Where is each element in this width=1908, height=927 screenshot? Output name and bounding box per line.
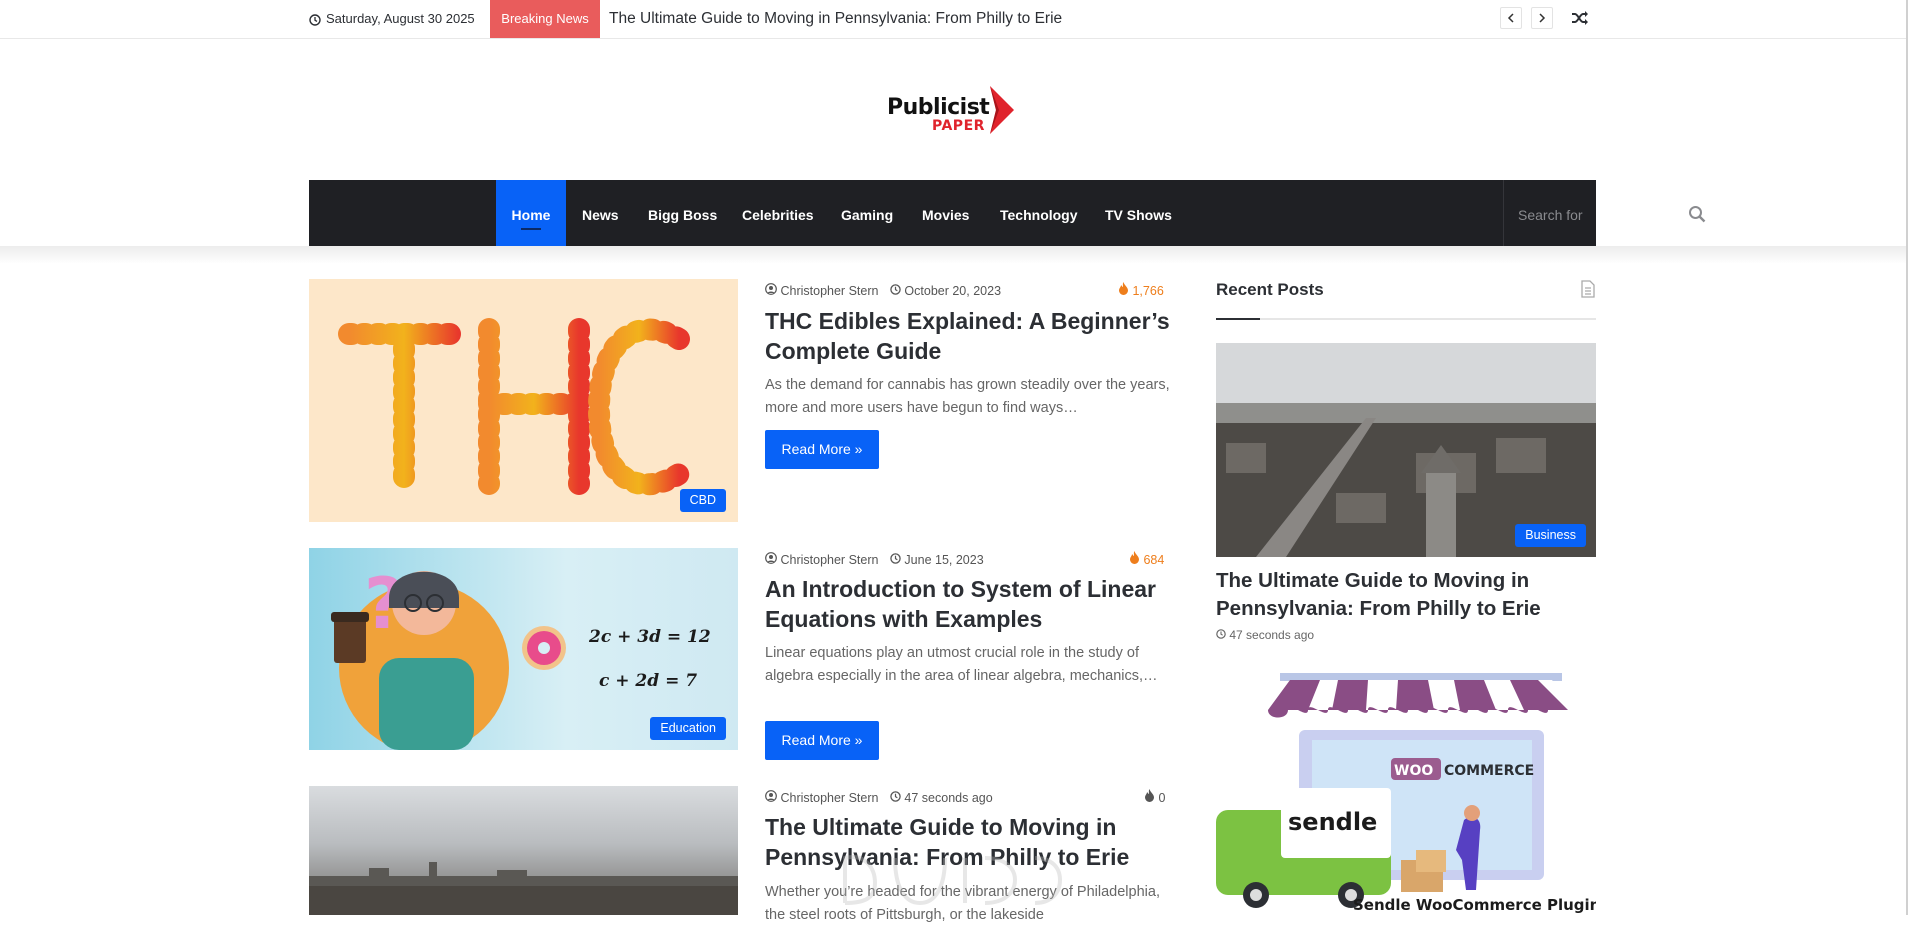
widget-divider xyxy=(1216,318,1596,320)
post-meta: Christopher Stern October 20, 2023 xyxy=(765,282,1001,300)
widget-title: Recent Posts xyxy=(1216,280,1324,299)
nav-item-tv-shows[interactable]: TV Shows xyxy=(1105,180,1172,250)
views-count: 1,766 xyxy=(1132,284,1164,298)
recent-post-time-text: 47 seconds ago xyxy=(1229,628,1315,642)
sendle-woocommerce-ad[interactable]: WOO COMMERCE sendle Sendle WooCommerce P… xyxy=(1216,670,1596,915)
user-icon xyxy=(765,790,777,802)
breaking-news-ticker[interactable]: The Ultimate Guide to Moving in Pennsylv… xyxy=(609,0,1062,38)
nav-label: Home xyxy=(511,207,551,223)
document-icon xyxy=(1581,280,1595,298)
nav-item-home[interactable]: Home xyxy=(496,180,566,250)
city-skyline-image xyxy=(309,862,738,915)
breaking-news-label: Breaking News xyxy=(490,0,600,38)
nav-item-gaming[interactable]: Gaming xyxy=(841,180,893,250)
active-indicator xyxy=(521,228,541,230)
views-count: 0 xyxy=(1158,791,1166,805)
post-author[interactable]: Christopher Stern xyxy=(780,284,878,298)
post-date: October 20, 2023 xyxy=(904,284,1002,298)
post-thumbnail[interactable]: ? 2c + 3d = 12 c + 2d = 7 Education xyxy=(309,548,738,750)
recent-post-title[interactable]: The Ultimate Guide to Moving in Pennsylv… xyxy=(1216,567,1596,623)
top-bar: Saturday, August 30 2025 Breaking News T… xyxy=(0,0,1908,39)
post-excerpt: As the demand for cannabis has grown ste… xyxy=(765,377,1170,416)
read-more-button[interactable]: Read More » xyxy=(765,721,879,760)
shuffle-icon xyxy=(1572,11,1588,25)
watermark-mark xyxy=(843,855,1063,906)
category-badge[interactable]: CBD xyxy=(679,489,726,512)
category-badge[interactable]: Business xyxy=(1515,524,1586,547)
clock-icon xyxy=(1216,629,1226,639)
post-thumbnail[interactable] xyxy=(309,786,738,915)
clock-icon xyxy=(309,13,321,26)
post-author[interactable]: Christopher Stern xyxy=(780,791,878,805)
recent-post-time: 47 seconds ago xyxy=(1216,628,1314,642)
post-title[interactable]: An Introduction to System of Linear Equa… xyxy=(765,574,1175,634)
post-date: June 15, 2023 xyxy=(904,553,984,567)
post-title[interactable]: THC Edibles Explained: A Beginner’s Comp… xyxy=(765,306,1175,366)
random-article-button[interactable] xyxy=(1568,7,1592,29)
ticker-next-button[interactable] xyxy=(1531,7,1553,29)
post-meta: Christopher Stern 47 seconds ago xyxy=(765,789,993,807)
fire-icon xyxy=(1119,282,1128,295)
logo-text-paper: PAPER xyxy=(932,118,985,134)
clock-icon xyxy=(890,791,901,802)
thc-gummies-image xyxy=(338,318,690,496)
user-icon xyxy=(765,283,777,295)
post-meta: Christopher Stern June 15, 2023 xyxy=(765,551,984,569)
logo-text-publicist: Publicist xyxy=(887,95,990,120)
fire-icon xyxy=(1130,551,1139,564)
equation-2: c + 2d = 7 xyxy=(599,671,697,691)
clock-icon xyxy=(890,284,901,295)
search-icon[interactable] xyxy=(1688,205,1706,223)
search-input[interactable] xyxy=(1516,203,1676,227)
category-badge[interactable]: Education xyxy=(650,717,726,740)
post-excerpt: Linear equations play an utmost crucial … xyxy=(765,645,1158,684)
nav-item-movies[interactable]: Movies xyxy=(922,180,969,250)
read-more-button[interactable]: Read More » xyxy=(765,430,879,469)
recent-post-thumbnail[interactable]: Business xyxy=(1216,343,1596,557)
equation-1: 2c + 3d = 12 xyxy=(588,627,711,647)
nav-shadow xyxy=(0,246,1906,264)
chevron-right-icon xyxy=(1539,13,1546,23)
post-thumbnail[interactable]: CBD xyxy=(309,279,738,522)
commerce-text: COMMERCE xyxy=(1444,763,1534,779)
woo-text: WOO xyxy=(1394,763,1433,779)
date-text: Saturday, August 30 2025 xyxy=(326,11,475,26)
logo-arrow-icon xyxy=(990,86,1014,134)
nav-item-bigg-boss[interactable]: Bigg Boss xyxy=(648,180,717,250)
current-date: Saturday, August 30 2025 xyxy=(309,0,475,38)
post-views: 1,766 xyxy=(1118,282,1164,300)
views-count: 684 xyxy=(1143,553,1165,567)
post-views: 684 xyxy=(1129,551,1164,569)
main-navigation: Home News Bigg Boss Celebrities Gaming M… xyxy=(309,180,1706,250)
fire-icon xyxy=(1145,789,1154,802)
post-author[interactable]: Christopher Stern xyxy=(780,553,878,567)
site-logo[interactable]: Publicist PAPER xyxy=(887,86,1019,136)
ad-illustration: WOO COMMERCE sendle Sendle WooCommerce P… xyxy=(1216,673,1596,914)
post-date: 47 seconds ago xyxy=(904,791,993,805)
ticker-prev-button[interactable] xyxy=(1500,7,1522,29)
clock-icon xyxy=(890,553,901,564)
nav-search xyxy=(1503,180,1720,250)
post-views: 0 xyxy=(1144,789,1165,807)
user-icon xyxy=(765,552,777,564)
nav-item-technology[interactable]: Technology xyxy=(1000,180,1078,250)
ad-caption: Sendle WooCommerce Plugin: xyxy=(1353,896,1596,914)
nav-item-celebrities[interactable]: Celebrities xyxy=(742,180,814,250)
sendle-text: sendle xyxy=(1288,808,1377,836)
watermark xyxy=(835,848,1065,922)
nav-item-news[interactable]: News xyxy=(582,180,619,250)
chevron-left-icon xyxy=(1507,13,1514,23)
